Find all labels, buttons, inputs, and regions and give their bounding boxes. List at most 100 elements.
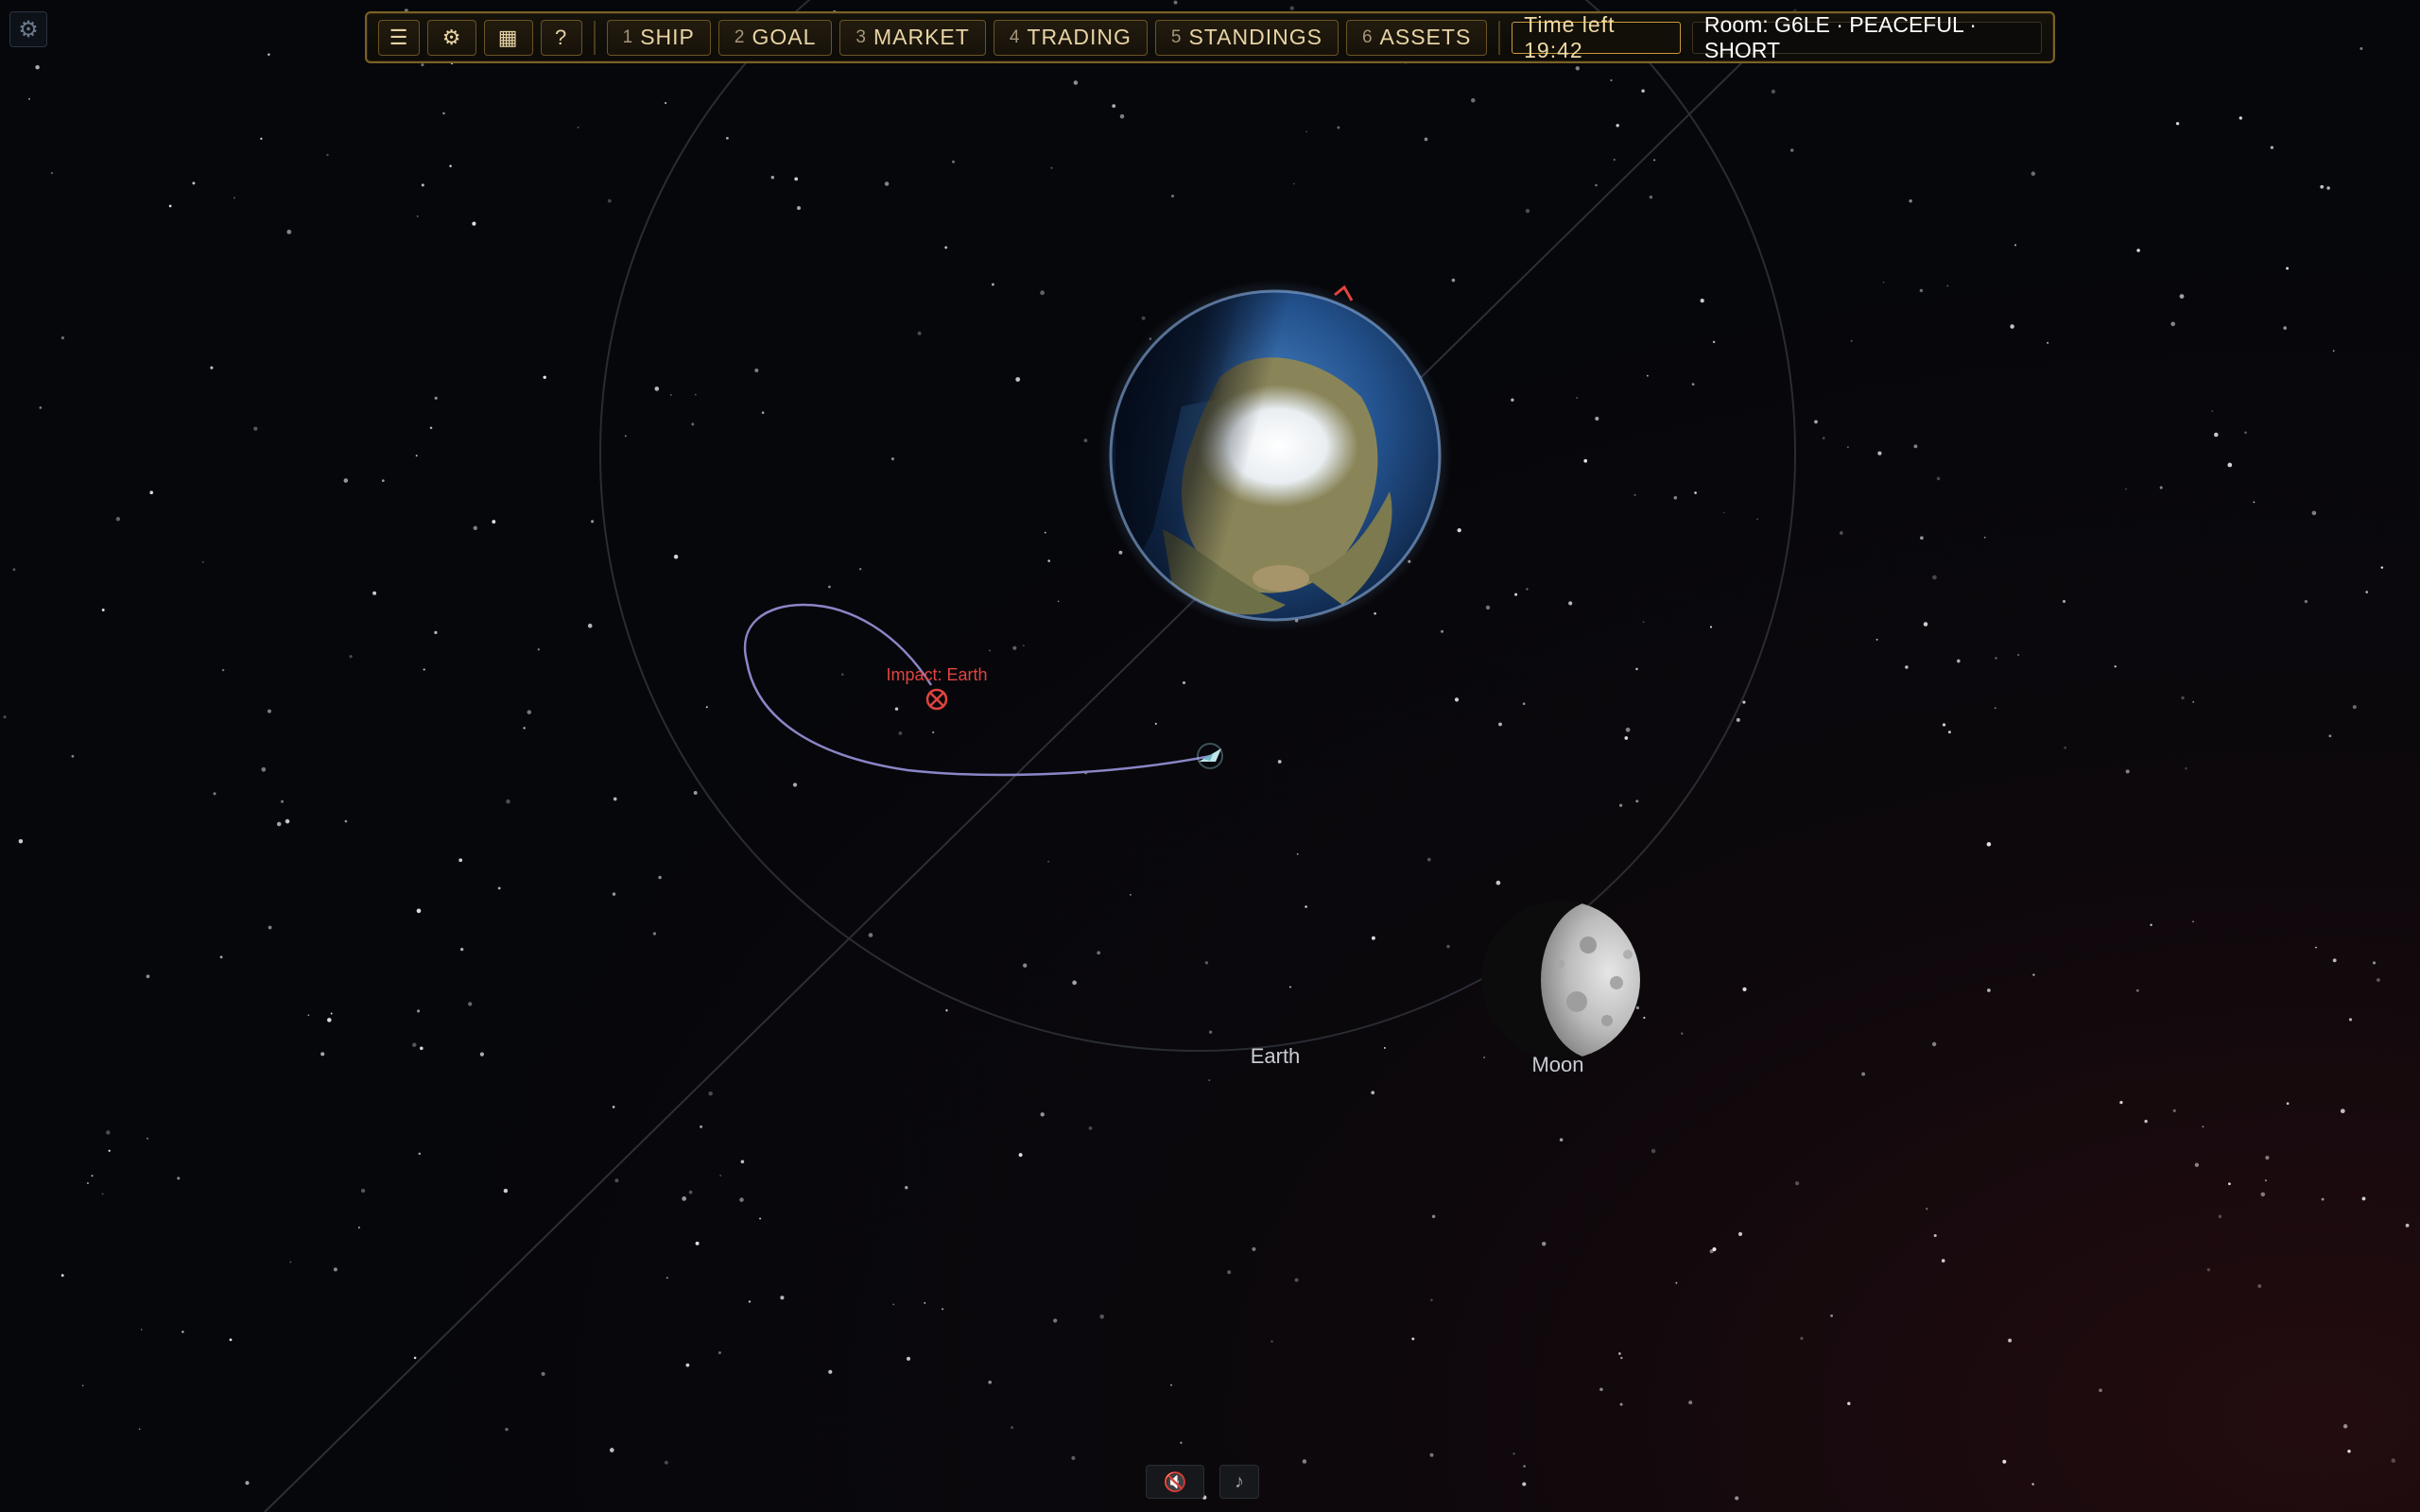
star bbox=[201, 560, 204, 563]
star bbox=[1182, 680, 1186, 685]
star bbox=[1635, 799, 1639, 803]
star bbox=[326, 153, 329, 157]
star bbox=[1877, 451, 1882, 455]
star bbox=[1905, 665, 1909, 669]
star bbox=[624, 435, 627, 438]
player-ship-icon[interactable] bbox=[1197, 743, 1223, 769]
star bbox=[2361, 1196, 2366, 1201]
star bbox=[1289, 6, 1294, 10]
tab-goal[interactable]: 2 GOAL bbox=[717, 19, 833, 56]
tab-assets[interactable]: 6 ASSETS bbox=[1345, 19, 1488, 56]
star bbox=[1691, 383, 1695, 387]
star bbox=[2206, 1268, 2211, 1272]
star bbox=[28, 97, 30, 100]
star bbox=[2283, 326, 2288, 330]
top-toolbar: ☰ ⚙ ▦ ? 1 SHIP 2 GOAL 3 MARKET 4 TRADING… bbox=[365, 11, 2055, 63]
star bbox=[1932, 575, 1937, 580]
star bbox=[1050, 166, 1053, 169]
star bbox=[1141, 316, 1146, 320]
star bbox=[2320, 184, 2325, 189]
menu-button[interactable]: ☰ bbox=[378, 19, 421, 56]
star bbox=[945, 1009, 948, 1012]
corner-settings-button[interactable]: ⚙ bbox=[9, 11, 47, 47]
grid-button[interactable]: ▦ bbox=[483, 19, 533, 56]
impact-marker-icon[interactable] bbox=[925, 688, 948, 711]
star bbox=[654, 387, 660, 391]
star bbox=[739, 1197, 744, 1202]
star bbox=[177, 1177, 181, 1180]
star bbox=[2211, 410, 2214, 412]
star bbox=[1053, 1318, 1058, 1323]
star bbox=[419, 1046, 424, 1051]
star bbox=[1941, 1259, 1945, 1263]
star bbox=[360, 1188, 366, 1194]
tab-standings[interactable]: 5 STANDINGS bbox=[1154, 19, 1339, 56]
star bbox=[106, 1130, 111, 1135]
star bbox=[149, 490, 153, 494]
star bbox=[1995, 657, 1997, 660]
star bbox=[434, 396, 438, 400]
star bbox=[1118, 550, 1123, 555]
star bbox=[2172, 1108, 2176, 1113]
star bbox=[182, 1331, 184, 1333]
star bbox=[2253, 501, 2256, 504]
star bbox=[505, 1427, 509, 1432]
star bbox=[2185, 767, 2187, 770]
star bbox=[1736, 717, 1740, 722]
star bbox=[1641, 89, 1645, 93]
star bbox=[434, 630, 438, 635]
star bbox=[1522, 1482, 1527, 1486]
star bbox=[1688, 1400, 1693, 1405]
star bbox=[2227, 462, 2233, 468]
star bbox=[1983, 536, 1986, 539]
hotkey-number: 4 bbox=[1009, 26, 1020, 47]
star bbox=[1305, 905, 1307, 908]
hotkey-number: 3 bbox=[856, 26, 866, 47]
room-info: Room: G6LE · PEACEFUL · SHORT bbox=[1691, 12, 2043, 62]
star bbox=[1277, 760, 1282, 764]
tab-market[interactable]: 3 MARKET bbox=[839, 19, 986, 56]
star bbox=[60, 1274, 64, 1278]
music-button[interactable]: ♪ bbox=[1219, 1465, 1259, 1499]
star bbox=[233, 197, 235, 199]
star bbox=[1947, 730, 1951, 734]
star bbox=[1293, 182, 1295, 185]
star bbox=[1227, 1270, 1232, 1275]
settings-button[interactable]: ⚙ bbox=[427, 19, 476, 56]
star bbox=[1742, 987, 1747, 992]
star bbox=[2136, 249, 2140, 252]
star bbox=[253, 426, 258, 431]
star bbox=[1018, 1153, 1023, 1158]
mute-button[interactable]: 🔇 bbox=[1146, 1465, 1204, 1499]
help-button[interactable]: ? bbox=[540, 19, 582, 56]
star bbox=[2002, 1459, 2007, 1464]
tab-label: ASSETS bbox=[1379, 25, 1472, 49]
tab-trading[interactable]: 4 TRADING bbox=[993, 19, 1148, 56]
star bbox=[1411, 1337, 1415, 1341]
star bbox=[944, 246, 948, 249]
star bbox=[1920, 536, 1924, 541]
star bbox=[952, 160, 955, 163]
star bbox=[1673, 495, 1678, 500]
star bbox=[1426, 857, 1431, 862]
star bbox=[1709, 626, 1713, 628]
star bbox=[1634, 493, 1636, 496]
star bbox=[1083, 438, 1088, 442]
star bbox=[1942, 723, 1946, 727]
tab-ship[interactable]: 1 SHIP bbox=[606, 19, 711, 56]
star bbox=[890, 457, 894, 461]
earth-label[interactable]: Earth bbox=[1251, 1044, 1301, 1069]
gear-icon: ⚙ bbox=[441, 25, 462, 49]
star bbox=[1956, 659, 1961, 663]
star bbox=[1446, 944, 1450, 949]
star bbox=[146, 974, 150, 979]
star bbox=[1371, 1091, 1375, 1095]
orbital-map[interactable] bbox=[0, 0, 2420, 1512]
moon-label[interactable]: Moon bbox=[1531, 1053, 1583, 1077]
earth-planet[interactable] bbox=[1097, 280, 1456, 631]
ship-trajectory bbox=[743, 603, 1217, 777]
star bbox=[695, 1241, 700, 1246]
star bbox=[2150, 923, 2152, 926]
moon[interactable] bbox=[1481, 901, 1654, 1059]
star bbox=[497, 886, 501, 890]
